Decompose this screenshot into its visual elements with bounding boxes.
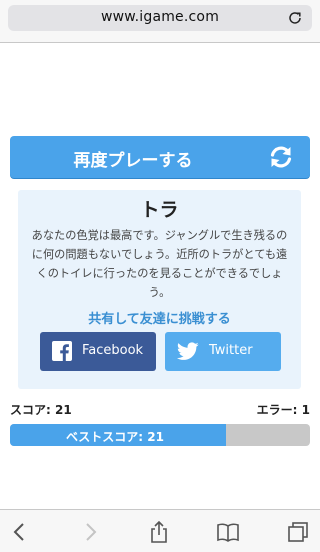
twitter-label: Twitter (209, 343, 253, 358)
facebook-icon (52, 341, 72, 361)
twitter-icon (177, 342, 199, 360)
facebook-share-button[interactable]: Facebook (40, 332, 156, 371)
url-text[interactable]: www.igame.com (8, 9, 312, 25)
chevron-left-icon[interactable] (8, 520, 32, 544)
address-bar[interactable]: www.igame.com (8, 5, 312, 31)
result-card: トラ あなたの色覚は最高です。ジャングルで生き残るのに何の問題もないでしょう。近… (18, 190, 301, 389)
book-icon[interactable] (216, 520, 240, 544)
replay-label: 再度プレーする (73, 151, 193, 171)
errors-text: エラー: 1 (256, 403, 310, 417)
browser-bottom-toolbar (0, 509, 320, 552)
best-score-bar: ベストスコア: 21 (10, 424, 310, 446)
reload-icon[interactable] (287, 10, 303, 26)
result-animal-title: トラ (140, 199, 179, 221)
share-prompt: 共有して友達に挑戦する (88, 312, 231, 327)
chevron-right-icon[interactable] (78, 520, 102, 544)
tabs-icon[interactable] (286, 520, 310, 544)
share-icon[interactable] (147, 520, 171, 544)
facebook-label: Facebook (82, 343, 144, 358)
result-description: あなたの色覚は最高です。ジャングルで生き残るのに何の問題もないでしょう。近所のト… (31, 229, 288, 299)
replay-button[interactable]: 再度プレーする (10, 136, 310, 178)
best-score-label: ベストスコア: 21 (66, 430, 164, 444)
refresh-icon (270, 146, 292, 168)
score-text: スコア: 21 (10, 403, 72, 417)
twitter-share-button[interactable]: Twitter (165, 332, 281, 371)
browser-top-bar: www.igame.com (0, 0, 320, 43)
